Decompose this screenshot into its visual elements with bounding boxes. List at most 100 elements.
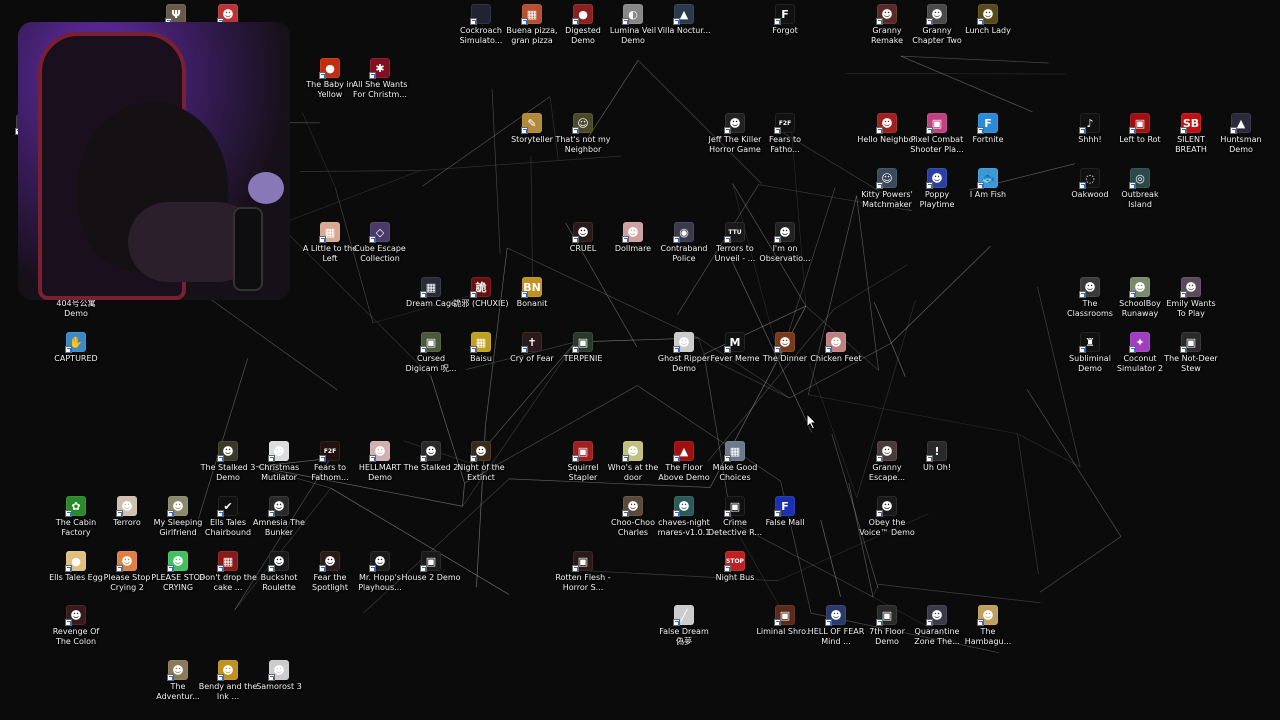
desktop-shortcut[interactable]: ☻ The Adventur... <box>152 660 204 714</box>
desktop-shortcut[interactable]: ☻ I'm on Observatio... <box>759 222 811 276</box>
desktop-shortcut[interactable]: 詭詭邪 (CHUXIE) <box>453 277 509 331</box>
desktop-shortcut[interactable]: F2F Fears to Fathom... <box>304 441 356 495</box>
desktop-shortcut[interactable]: ☺ That's not my Neighbor <box>555 113 611 167</box>
desktop-shortcut[interactable]: ! Uh Oh! <box>911 441 963 495</box>
desktop-shortcut[interactable]: ▣ Left to Rot <box>1114 113 1166 167</box>
desktop-shortcut[interactable]: ☻ CRUEL <box>557 222 609 276</box>
desktop-shortcut[interactable]: ▣ Squirrel Stapler <box>557 441 609 495</box>
desktop-shortcut[interactable]: ▦ Don't drop the cake ... <box>199 551 257 605</box>
desktop-shortcut[interactable]: ☻ Who's at the door <box>607 441 659 495</box>
desktop-shortcut[interactable]: ☻ Lunch Lady <box>962 4 1014 58</box>
desktop-shortcut[interactable]: ☻ HELLMART Demo <box>354 441 406 495</box>
desktop-shortcut[interactable]: ☻ Choo-Choo Charles <box>607 496 659 550</box>
desktop-shortcut[interactable]: ▲ The Floor Above Demo <box>658 441 710 495</box>
desktop-shortcut[interactable]: ▦ Dream Cage <box>405 277 457 331</box>
desktop-shortcut[interactable]: F2F Fears to Fatho... <box>759 113 811 167</box>
desktop-shortcut[interactable]: ☻ My Sleeping Girlfriend <box>152 496 204 550</box>
desktop-shortcut[interactable]: BN Bonanit <box>506 277 558 331</box>
desktop-shortcut[interactable]: ▣ House 2 Demo <box>401 551 461 605</box>
shortcut-arrow-icon <box>774 510 781 517</box>
desktop-shortcut[interactable]: ◌ Oakwood <box>1064 168 1116 222</box>
desktop-shortcut[interactable]: ☻ Fear the Spotlight <box>304 551 356 605</box>
desktop-shortcut[interactable]: F Fortnite <box>962 113 1014 167</box>
desktop-shortcut[interactable]: ● The Baby in Yellow <box>304 58 356 112</box>
desktop-shortcut[interactable]: ☻ Hello Neighbor <box>857 113 917 167</box>
desktop-shortcut[interactable]: F Forgot <box>759 4 811 58</box>
desktop-shortcut[interactable]: ▦ Buena pizza, gran pizza <box>506 4 558 58</box>
shortcut-icon: ☻ <box>1079 277 1100 298</box>
desktop-shortcut[interactable]: ☻ Revenge Of The Colon <box>50 605 102 659</box>
desktop-shortcut[interactable]: ☻ Bendy and the Ink ... <box>199 660 257 714</box>
desktop-shortcut[interactable]: M Fever Meme <box>709 332 761 386</box>
desktop-shortcut[interactable]: F False Mall <box>759 496 811 550</box>
desktop-shortcut[interactable]: ☻ chaves-night mares-v1.0.1 <box>658 496 710 550</box>
desktop-shortcut[interactable]: ▣ Pixel Combat Shooter Pla... <box>910 113 964 167</box>
shortcut-arrow-icon <box>622 455 629 462</box>
desktop-shortcut[interactable]: ▣ 7th Floor Demo <box>861 605 913 659</box>
desktop-shortcut[interactable]: ✋ CAPTURED <box>50 332 102 386</box>
desktop-shortcut[interactable]: ☻ Granny Remake <box>861 4 913 58</box>
desktop-shortcut[interactable]: ╱ False Dream 偽夢 <box>658 605 710 659</box>
desktop-shortcut[interactable]: ✿ The Cabin Factory <box>50 496 102 550</box>
desktop-shortcut[interactable]: ✔ Ells Tales Chairbound <box>202 496 254 550</box>
desktop-shortcut[interactable]: ✱ All She Wants For Christm... <box>353 58 407 112</box>
desktop-shortcut[interactable]: ☻ PLEASE STOP CRYING <box>151 551 205 605</box>
desktop-shortcut[interactable]: ☺ Kitty Powers' Matchmaker <box>861 168 913 222</box>
desktop-shortcut[interactable]: ☻ Ghost Ripper Demo <box>658 332 710 386</box>
desktop-shortcut[interactable]: ♪ Shhh! <box>1064 113 1116 167</box>
desktop-shortcut[interactable]: ☻ HELL OF FEAR Mind ... <box>808 605 864 659</box>
desktop-shortcut[interactable]: ☻ Quarantine Zone The... <box>911 605 963 659</box>
desktop-shortcut[interactable]: ☻ Terroro <box>101 496 153 550</box>
desktop-shortcut[interactable]: ▲ Huntsman Demo <box>1215 113 1267 167</box>
desktop-shortcut[interactable]: ▣ Rotten Flesh - Horror S... <box>555 551 611 605</box>
desktop-shortcut[interactable]: ◎ Outbreak Island <box>1114 168 1166 222</box>
desktop-shortcut[interactable]: SB SILENT BREATH <box>1165 113 1217 167</box>
desktop-shortcut[interactable]: ☻ The Stalked 2 <box>404 441 458 495</box>
desktop-shortcut[interactable]: ☻ Christmas Mutilator <box>253 441 305 495</box>
desktop-shortcut[interactable]: STOP Night Bus <box>709 551 761 605</box>
desktop-shortcut[interactable]: ☻ Dollmare <box>607 222 659 276</box>
desktop-shortcut[interactable]: ● Digested Demo <box>557 4 609 58</box>
desktop-shortcut[interactable]: TTU Terrors to Unveil - ... <box>709 222 761 276</box>
shortcut-label: CAPTURED <box>54 354 98 363</box>
desktop-shortcut[interactable]: ☻ Samorost 3 <box>253 660 305 714</box>
desktop-shortcut[interactable]: ☻ Chicken Feet <box>810 332 862 386</box>
desktop-shortcut[interactable]: ☻ Poppy Playtime <box>911 168 963 222</box>
desktop-shortcut[interactable]: ☻ Obey the Voice™ Demo <box>859 496 915 550</box>
desktop-shortcut[interactable]: ☻ Emily Wants To Play <box>1165 277 1217 331</box>
desktop-shortcut[interactable]: ☻ SchoolBoy Runaway <box>1114 277 1166 331</box>
desktop-shortcut[interactable]: ☻ Night of the Extinct <box>455 441 507 495</box>
desktop-shortcut[interactable]: ☻ The Dinner <box>759 332 811 386</box>
desktop-shortcut[interactable]: ☻ Jeff The Killer Horror Game <box>709 113 761 167</box>
desktop-shortcut[interactable]: ☻ The Stalked 3 Demo <box>201 441 255 495</box>
desktop-shortcut[interactable]: ▦ A Little to the Left <box>303 222 357 276</box>
desktop-shortcut[interactable]: ▣ The Not-Deer Stew <box>1164 332 1218 386</box>
desktop-shortcut[interactable]: ✎ Storyteller <box>506 113 558 167</box>
desktop-shortcut[interactable]: ☻ The Classrooms <box>1064 277 1116 331</box>
desktop-shortcut[interactable]: ▦ Baisu <box>455 332 507 386</box>
desktop-shortcut[interactable]: ☻ Granny Escape... <box>861 441 913 495</box>
desktop-shortcut[interactable]: ▲ Villa Noctur... <box>657 4 711 58</box>
shortcut-label: Uh Oh! <box>922 463 952 472</box>
desktop-shortcut[interactable]: ▣ TERPENIE <box>557 332 609 386</box>
desktop-shortcut[interactable]: ● Ells Tales Egg <box>49 551 103 605</box>
desktop-shortcut[interactable]: ◉ Contraband Police <box>658 222 710 276</box>
desktop-shortcut[interactable]: ✝ Cry of Fear <box>506 332 558 386</box>
desktop-shortcut[interactable]: 🐟 I Am Fish <box>962 168 1014 222</box>
desktop-shortcut[interactable]: ☻ Mr. Hopp's Playhous... <box>354 551 406 605</box>
desktop-shortcut[interactable]: ☻ Please Stop Crying 2 <box>101 551 153 605</box>
desktop-shortcut[interactable]: ☻ Buckshot Roulette <box>253 551 305 605</box>
desktop-shortcut[interactable]: ♜ Subliminal Demo <box>1064 332 1116 386</box>
desktop-shortcut[interactable]: ☻ The Hambagu... <box>962 605 1014 659</box>
desktop-shortcut[interactable]: Cockroach Simulato... <box>455 4 507 58</box>
desktop-shortcut[interactable]: ▦ Make Good Choices <box>709 441 761 495</box>
desktop-shortcut[interactable]: ◐ Lumina Veil Demo <box>607 4 659 58</box>
desktop-shortcut[interactable]: ▣ Liminal Shro... <box>756 605 814 659</box>
desktop-shortcut[interactable]: ▣ Crime Detective R... <box>708 496 762 550</box>
desktop-shortcut[interactable]: ✦ Coconut Simulator 2 <box>1114 332 1166 386</box>
shortcut-arrow-icon <box>1079 291 1086 298</box>
desktop-shortcut[interactable]: ◇ Cube Escape Collection <box>354 222 406 276</box>
desktop-shortcut[interactable]: ☻ Granny Chapter Two <box>911 4 963 58</box>
desktop-shortcut[interactable]: ☻ Amnesia The Bunker <box>253 496 305 550</box>
desktop-shortcut[interactable]: ▣ Cursed Digicam 呪... <box>405 332 457 386</box>
